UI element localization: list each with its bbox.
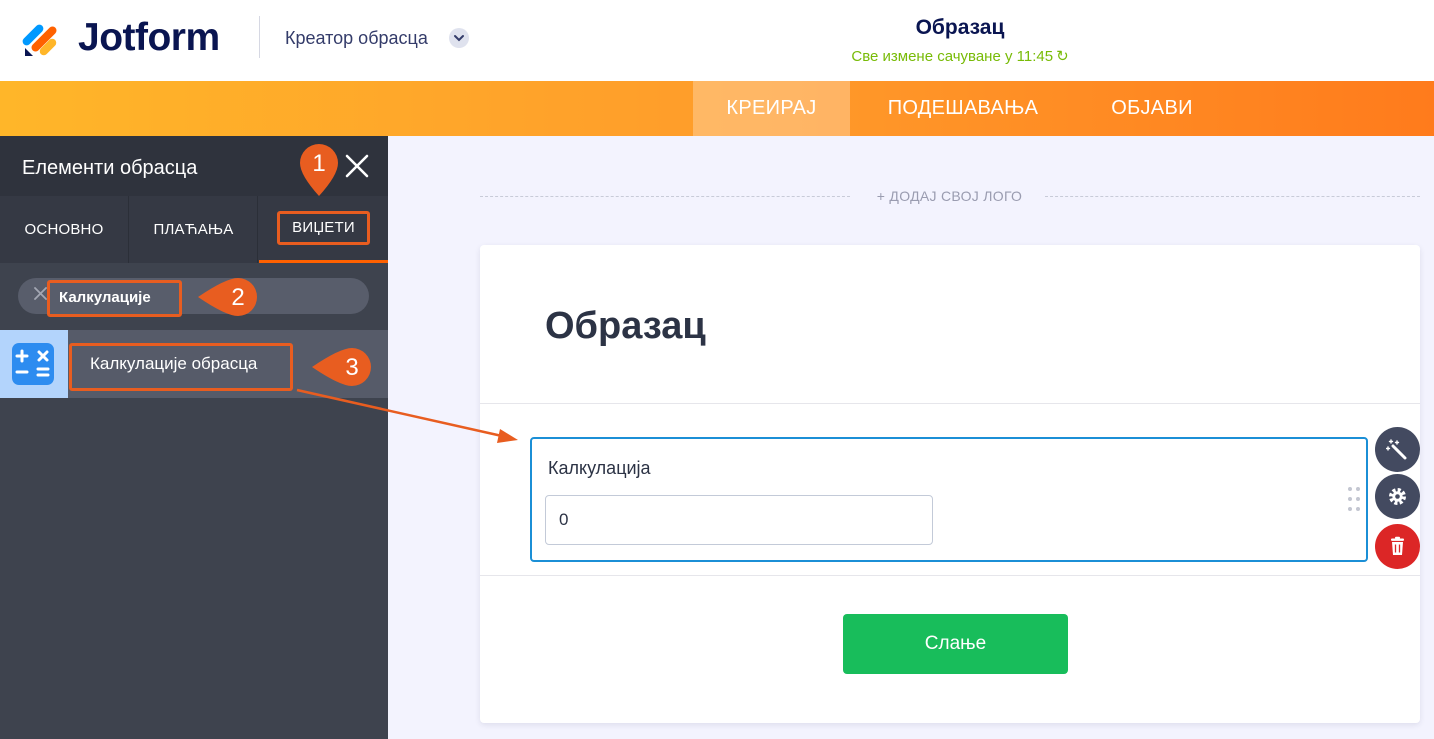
jotform-logo-icon[interactable] [22,17,62,57]
main-nav: КРЕИРАЈ ПОДЕШАВАЊА ОБЈАВИ [0,81,1434,136]
panel-title: Елементи обрасца [22,157,198,179]
save-status-text: Све измене сачуване у 11:45 [851,48,1054,65]
calculation-field[interactable]: Калкулација 0 [530,437,1368,562]
widget-search-input[interactable]: Калкулације [18,278,369,317]
tab-publish[interactable]: ОБЈАВИ [1092,81,1212,136]
widget-result-label[interactable]: Калкулације обрасца [69,343,293,391]
form-title[interactable]: Образац [860,15,1060,41]
panel-header: Елементи обрасца [0,136,388,196]
search-value[interactable]: Калкулације [47,280,182,317]
logo-divider-left [480,196,850,197]
logo-divider-right [1045,196,1420,197]
widget-icon-box [0,330,68,398]
submit-button[interactable]: Слање [843,614,1068,674]
add-logo-button[interactable]: + ДОДАЈ СВОЈ ЛОГО [852,187,1047,205]
gear-icon [1389,488,1406,505]
form-elements-panel: Елементи обрасца ОСНОВНО ПЛАЋАЊА ВИЏЕТИ … [0,136,388,739]
field-settings-button[interactable] [1375,474,1420,519]
tab-create[interactable]: КРЕИРАЈ [693,81,850,136]
magic-wand-button[interactable] [1375,427,1420,472]
delete-field-button[interactable] [1375,524,1420,569]
tab-basic[interactable]: ОСНОВНО [0,196,129,263]
calculator-icon [12,343,54,385]
magic-wand-icon [1386,439,1407,460]
save-status: Све измене сачуване у 11:45 ↻ [820,47,1100,67]
drag-handle-icon[interactable] [1346,485,1362,513]
form-heading[interactable]: Образац [545,303,706,349]
close-icon[interactable] [343,152,371,180]
chevron-down-icon[interactable] [449,28,469,48]
calculation-input[interactable]: 0 [545,495,933,545]
tab-settings[interactable]: ПОДЕШАВАЊА [868,81,1058,136]
tab-widgets[interactable]: ВИЏЕТИ [259,196,388,263]
brand-name[interactable]: Jotform [78,16,220,60]
header-divider [259,16,260,58]
tab-widgets-label: ВИЏЕТИ [277,211,370,245]
panel-tabs: ОСНОВНО ПЛАЋАЊА ВИЏЕТИ [0,196,388,263]
refresh-icon[interactable]: ↻ [1056,47,1069,67]
field-label[interactable]: Калкулација [548,457,651,479]
field-divider [480,575,1420,576]
clear-search-icon[interactable] [34,287,47,300]
tab-payments[interactable]: ПЛАЋАЊА [130,196,258,263]
form-creator-label[interactable]: Креатор обрасца [285,27,428,49]
form-card: Образац Калкулација 0 Слање [480,245,1420,723]
widget-result-item[interactable]: Калкулације обрасца [0,330,388,398]
heading-divider [480,403,1420,404]
top-header: Jotform Креатор обрасца Образац Све изме… [0,0,1434,81]
trash-icon [1391,536,1404,555]
